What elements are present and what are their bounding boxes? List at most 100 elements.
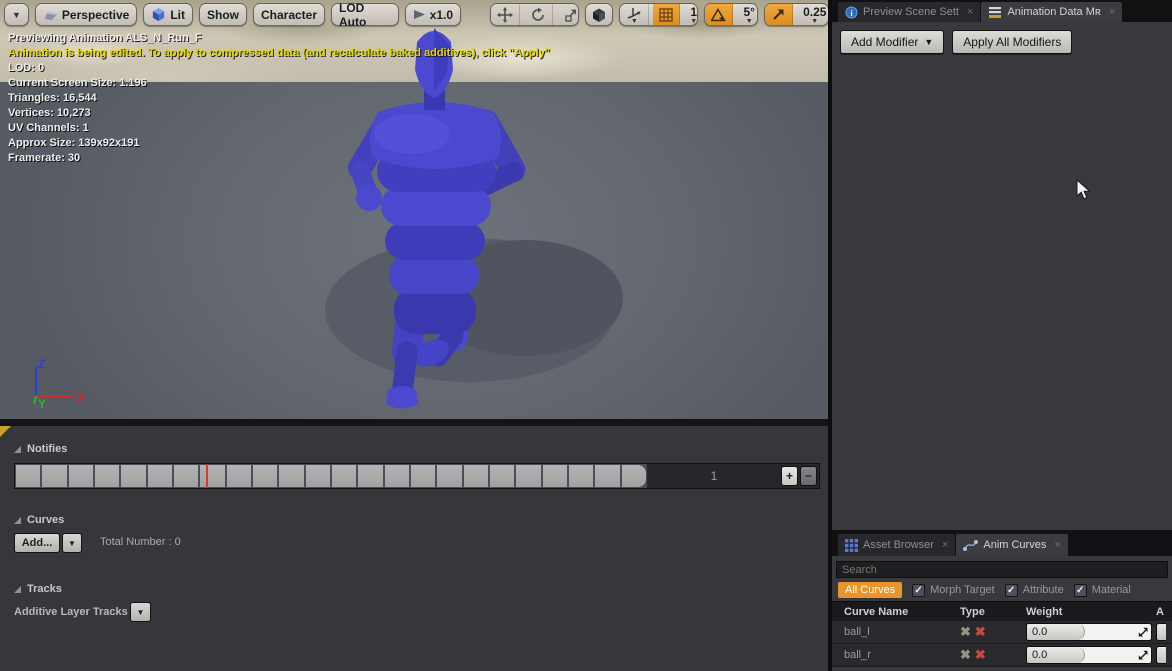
close-icon[interactable]: × bbox=[942, 539, 948, 551]
viewport-options-button[interactable]: ▼ bbox=[4, 3, 29, 26]
playback-speed-label: x1.0 bbox=[430, 8, 453, 22]
tab-animation-data-modifiers[interactable]: Animation Data Mʀ × bbox=[981, 2, 1122, 22]
notify-track-segment[interactable] bbox=[174, 465, 198, 487]
notify-track-segment[interactable] bbox=[69, 465, 93, 487]
notify-track-segment[interactable] bbox=[516, 465, 540, 487]
remove-track-button[interactable]: − bbox=[800, 466, 817, 486]
notify-track-segment[interactable] bbox=[42, 465, 66, 487]
morph-target-filter[interactable]: ✓ Morph Target bbox=[912, 584, 995, 597]
lod-auto-button[interactable]: LOD Auto bbox=[331, 3, 399, 26]
material-filter[interactable]: ✓ Material bbox=[1074, 584, 1131, 597]
scale-snap-toggle[interactable] bbox=[765, 4, 793, 25]
playhead[interactable] bbox=[206, 464, 208, 488]
notify-track-segment[interactable] bbox=[358, 465, 382, 487]
notify-track-segment[interactable] bbox=[306, 465, 330, 487]
curve-name-column-header[interactable]: Curve Name bbox=[832, 606, 960, 618]
notify-track-segment[interactable] bbox=[411, 465, 435, 487]
attribute-filter[interactable]: ✓ Attribute bbox=[1005, 584, 1064, 597]
checkbox-checked-icon[interactable]: ✓ bbox=[912, 584, 925, 597]
chevron-down-icon: ▼ bbox=[690, 20, 697, 24]
z-axis-label: Z bbox=[38, 358, 45, 371]
notify-track-segment[interactable] bbox=[200, 465, 224, 487]
notify-track-segment[interactable] bbox=[622, 465, 646, 487]
close-icon[interactable]: × bbox=[967, 6, 973, 18]
perspective-button[interactable]: Perspective bbox=[35, 3, 137, 26]
preview-viewport[interactable]: ▼ Perspective Lit Show Character bbox=[0, 0, 830, 426]
grid-snap-toggle[interactable] bbox=[653, 4, 680, 25]
additive-layer-tracks-dropdown[interactable]: ▼ bbox=[130, 602, 151, 622]
add-modifier-button[interactable]: Add Modifier ▼ bbox=[840, 30, 944, 54]
tab-anim-curves[interactable]: Anim Curves × bbox=[956, 534, 1067, 556]
curve-row[interactable]: ball_r ✖ ✖ 0.0 bbox=[832, 644, 1172, 667]
rotation-snap-value-button[interactable]: 5° ▼ bbox=[737, 4, 758, 25]
curve-weight-spinbox[interactable]: 0.0 bbox=[1026, 646, 1152, 664]
scale-snap-value-button[interactable]: 0.25 ▼ bbox=[797, 4, 829, 25]
notify-track-segment[interactable] bbox=[595, 465, 619, 487]
curve-weight-spinbox[interactable]: 0.0 bbox=[1026, 623, 1152, 641]
notify-track-segment[interactable] bbox=[437, 465, 461, 487]
curves-section-header[interactable]: Curves bbox=[14, 514, 64, 526]
notify-track-segment[interactable] bbox=[569, 465, 593, 487]
auto-column-header[interactable]: A bbox=[1156, 606, 1172, 618]
notify-track-segment[interactable] bbox=[332, 465, 356, 487]
notify-track-segment[interactable] bbox=[385, 465, 409, 487]
curve-search-input[interactable] bbox=[836, 561, 1168, 578]
notify-track-segment[interactable] bbox=[148, 465, 172, 487]
all-curves-filter-button[interactable]: All Curves bbox=[838, 582, 902, 598]
rotate-tool-button[interactable] bbox=[524, 4, 553, 25]
checkbox-checked-icon[interactable]: ✓ bbox=[1074, 584, 1087, 597]
framerate-text: Framerate: 30 bbox=[8, 151, 550, 166]
rotation-snap-toggle[interactable] bbox=[705, 4, 733, 25]
tab-preview-scene-settings[interactable]: i Preview Scene Sett × bbox=[838, 2, 980, 22]
modifiers-panel: i Preview Scene Sett × Animation Data Mʀ… bbox=[832, 0, 1172, 530]
apply-all-modifiers-button[interactable]: Apply All Modifiers bbox=[952, 30, 1072, 54]
notify-track-segment[interactable] bbox=[279, 465, 303, 487]
drag-adjust-icon[interactable] bbox=[1138, 650, 1149, 661]
translate-tool-button[interactable] bbox=[491, 4, 520, 25]
notify-track-segment[interactable] bbox=[543, 465, 567, 487]
widget-settings-button[interactable]: ▼ bbox=[620, 4, 649, 25]
expander-icon bbox=[14, 517, 21, 524]
notify-track-segment[interactable] bbox=[95, 465, 119, 487]
lit-mode-button[interactable]: Lit bbox=[143, 3, 193, 26]
close-icon[interactable]: × bbox=[1109, 6, 1115, 18]
notifies-section-header[interactable]: Notifies bbox=[14, 443, 67, 455]
auto-checkbox-partial[interactable] bbox=[1156, 623, 1166, 641]
playback-speed-button[interactable]: x1.0 bbox=[405, 3, 461, 26]
add-curve-dropdown-button[interactable]: ▼ bbox=[62, 533, 82, 553]
drag-adjust-icon[interactable] bbox=[1138, 627, 1149, 638]
show-menu-button[interactable]: Show bbox=[199, 3, 247, 26]
expander-icon bbox=[14, 586, 21, 593]
notifies-track-segments[interactable] bbox=[15, 464, 647, 488]
panel-resize-corner[interactable] bbox=[0, 426, 11, 437]
rotate-icon bbox=[530, 7, 546, 23]
character-menu-button[interactable]: Character bbox=[253, 3, 325, 26]
lit-cube-icon bbox=[151, 7, 166, 22]
remove-curve-icon[interactable]: ✖ bbox=[960, 624, 971, 640]
checkbox-checked-icon[interactable]: ✓ bbox=[1005, 584, 1018, 597]
close-icon[interactable]: × bbox=[1054, 539, 1060, 551]
y-axis-label: Y bbox=[38, 397, 46, 410]
tab-asset-browser[interactable]: Asset Browser × bbox=[838, 534, 955, 556]
add-curve-button[interactable]: Add... bbox=[14, 533, 60, 553]
notify-track-segment[interactable] bbox=[227, 465, 251, 487]
add-track-button[interactable]: + bbox=[781, 466, 798, 486]
scale-tool-button[interactable] bbox=[557, 4, 579, 25]
type-column-header[interactable]: Type bbox=[960, 606, 1026, 618]
notify-track-segment[interactable] bbox=[16, 465, 40, 487]
curve-row[interactable]: ball_l ✖ ✖ 0.0 bbox=[832, 621, 1172, 644]
notify-track-segment[interactable] bbox=[490, 465, 514, 487]
curve-name: ball_r bbox=[832, 649, 960, 661]
delete-curve-icon[interactable]: ✖ bbox=[975, 647, 986, 663]
delete-curve-icon[interactable]: ✖ bbox=[975, 624, 986, 640]
auto-checkbox-partial[interactable] bbox=[1156, 646, 1166, 664]
grid-snap-value-button[interactable]: 1 ▼ bbox=[684, 4, 698, 25]
notify-track-segment[interactable] bbox=[121, 465, 145, 487]
notify-track-segment[interactable] bbox=[464, 465, 488, 487]
weight-column-header[interactable]: Weight bbox=[1026, 606, 1156, 618]
tracks-section-header[interactable]: Tracks bbox=[14, 583, 62, 595]
curve-table-body: ball_l ✖ ✖ 0.0 ball_r ✖ ✖ 0.0 bbox=[832, 621, 1172, 667]
coordinate-system-button[interactable] bbox=[585, 3, 613, 26]
notify-track-segment[interactable] bbox=[253, 465, 277, 487]
remove-curve-icon[interactable]: ✖ bbox=[960, 647, 971, 663]
